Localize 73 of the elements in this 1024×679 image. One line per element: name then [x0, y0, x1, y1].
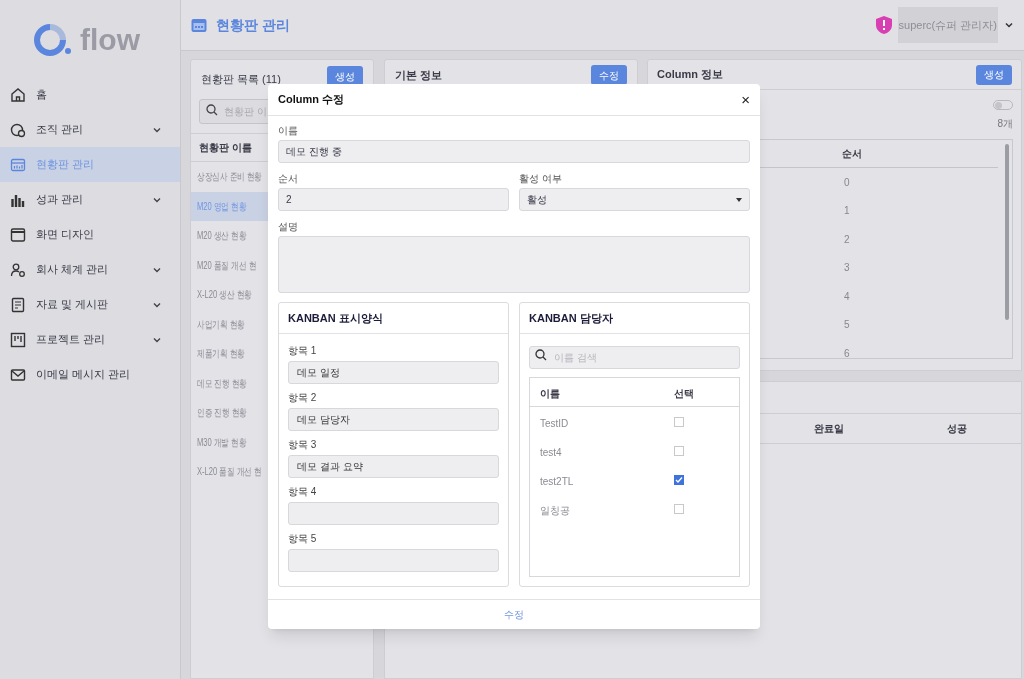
checkbox[interactable]: [674, 445, 684, 456]
table-cell-text: 3: [844, 261, 850, 276]
close-button[interactable]: ×: [741, 92, 750, 107]
sidebar-item[interactable]: 이메일 메시지 관리: [0, 357, 180, 392]
chevron-down-icon[interactable]: [1004, 20, 1014, 30]
field-label: 설명: [278, 220, 299, 234]
column-header: 이름: [540, 388, 560, 399]
search-icon: [206, 104, 218, 116]
item-field[interactable]: 데모 일정: [288, 361, 499, 384]
edit-button[interactable]: 수정: [591, 65, 627, 85]
sidebar-item[interactable]: 성과 관리: [0, 182, 180, 217]
table-cell-text: 6: [844, 346, 850, 358]
board-icon: [10, 331, 26, 348]
search-icon: [535, 349, 547, 361]
sidebar-item[interactable]: 회사 체계 관리: [0, 252, 180, 287]
field-label: 항목 5: [288, 532, 318, 546]
column-header: 순서: [842, 147, 862, 161]
item-field[interactable]: [288, 502, 499, 525]
dialog-title: Column 수정: [278, 92, 344, 108]
table-cell: test2TL: [540, 475, 574, 487]
checkbox[interactable]: [674, 474, 684, 485]
home-icon: [10, 86, 26, 103]
calendar-icon: [10, 156, 26, 173]
panel-title: Column 정보: [657, 67, 723, 83]
page-title: 현황판 관리: [216, 15, 290, 35]
table-cell-text: 1: [844, 204, 850, 219]
description-field[interactable]: [278, 236, 750, 293]
logo-text: flow: [80, 25, 140, 55]
checkbox[interactable]: [674, 503, 684, 514]
shield-icon: [875, 16, 892, 34]
panel-title: 기본 정보: [395, 67, 443, 83]
item-field[interactable]: [288, 549, 499, 572]
window-icon: [10, 226, 26, 243]
sidebar-item[interactable]: 홈: [0, 77, 180, 112]
people-icon: [10, 261, 26, 278]
field-label: 항목 1: [288, 344, 318, 358]
field-label: 항목 4: [288, 485, 318, 499]
column-header: 성공: [947, 422, 967, 436]
table-cell-text: 4: [844, 289, 850, 304]
column-header: 선택: [674, 388, 694, 399]
create-button[interactable]: 생성: [327, 66, 363, 86]
mail-icon: [10, 366, 26, 383]
sidebar-item[interactable]: 프로젝트 관리: [0, 322, 180, 357]
table-cell: test4: [540, 446, 562, 458]
panel-title: 현황판 목록 (11): [201, 71, 281, 87]
checkbox[interactable]: [674, 416, 684, 427]
logo-icon: [34, 24, 74, 56]
sidebar-item[interactable]: 자료 및 게시판: [0, 287, 180, 322]
table-cell-text: 2: [844, 232, 850, 247]
item-field[interactable]: 데모 결과 요약: [288, 455, 499, 478]
order-field[interactable]: 2: [278, 188, 509, 211]
dropdown-arrow-icon: [736, 197, 742, 202]
name-field[interactable]: 데모 진행 중: [278, 140, 750, 163]
create-button[interactable]: 생성: [976, 64, 1012, 85]
scrollbar[interactable]: [1005, 144, 1009, 320]
table-cell: TestID: [540, 417, 569, 429]
count-label: 8개: [997, 117, 1013, 131]
calendar-icon: [191, 17, 207, 33]
field-label: 순서: [278, 172, 299, 186]
column-header: 완료일: [814, 422, 844, 436]
status-dropdown[interactable]: 활성: [519, 188, 750, 211]
sidebar-item[interactable]: 조직 관리: [0, 112, 180, 147]
field-label: 항목 3: [288, 438, 318, 452]
table-cell-text: 5: [844, 318, 850, 333]
table-cell-text: 0: [844, 175, 850, 190]
card-title: KANBAN 표시양식: [288, 310, 383, 326]
item-field[interactable]: 데모 담당자: [288, 408, 499, 431]
field-label: 항목 2: [288, 391, 318, 405]
field-label: 활성 여부: [519, 172, 563, 186]
table-cell: 일칭공: [540, 504, 570, 516]
document-icon: [10, 296, 26, 313]
card-title: KANBAN 담당자: [529, 310, 613, 326]
sidebar-item[interactable]: 화면 디자인: [0, 217, 180, 252]
